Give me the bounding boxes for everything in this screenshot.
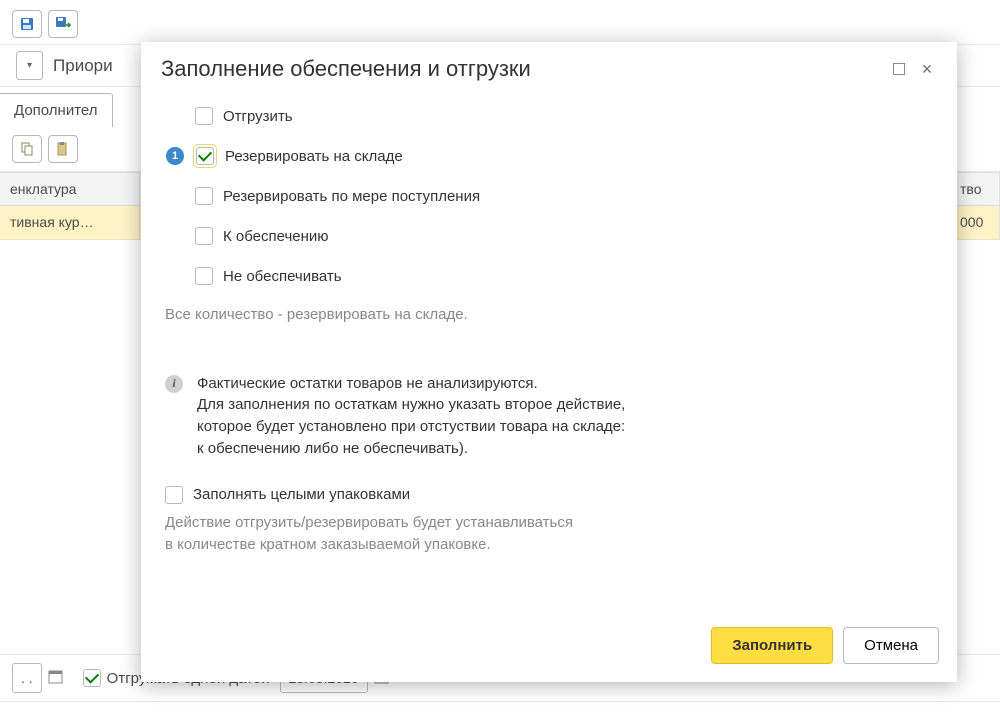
option-do-not-supply-label: Не обеспечивать bbox=[223, 268, 342, 285]
col-header-qty: тво bbox=[950, 173, 1000, 205]
option-to-supply-label: К обеспечению bbox=[223, 228, 329, 245]
fill-supply-dialog: Заполнение обеспечения и отгрузки × Отгр… bbox=[141, 42, 957, 682]
date-from-input[interactable]: . . bbox=[12, 663, 42, 693]
col-header-nomenclature: енклатура bbox=[0, 173, 140, 205]
maximize-icon bbox=[893, 63, 905, 75]
option-do-not-supply-checkbox[interactable] bbox=[195, 267, 213, 285]
toolbar-more bbox=[84, 10, 104, 38]
priority-label: Приори bbox=[53, 56, 113, 76]
copy-icon bbox=[19, 141, 35, 157]
fill-whole-packs-checkbox[interactable] bbox=[165, 486, 183, 504]
paste-icon bbox=[55, 141, 71, 157]
copy-button[interactable] bbox=[12, 135, 42, 163]
option-to-supply-checkbox[interactable] bbox=[195, 227, 213, 245]
option-ship-checkbox[interactable] bbox=[195, 107, 213, 125]
fill-button[interactable]: Заполнить bbox=[711, 627, 833, 664]
info-icon: i bbox=[165, 375, 183, 393]
floppy-arrow-icon bbox=[55, 16, 71, 32]
info-text: Фактические остатки товаров не анализиру… bbox=[197, 373, 625, 460]
option-ship-label: Отгрузить bbox=[223, 108, 293, 125]
cell-qty: 000 bbox=[950, 206, 1000, 239]
date-placeholder: . . bbox=[21, 670, 33, 686]
option-reserve-stock-label: Резервировать на складе bbox=[225, 148, 403, 165]
tab-additional[interactable]: Дополнител bbox=[0, 93, 113, 127]
option-reserve-stock-checkbox[interactable] bbox=[196, 147, 214, 165]
priority-dropdown[interactable]: ▾ bbox=[16, 51, 43, 80]
step-marker-1: 1 bbox=[166, 147, 184, 165]
cancel-button[interactable]: Отмена bbox=[843, 627, 939, 664]
option-reserve-incoming-label: Резервировать по мере поступления bbox=[223, 188, 480, 205]
cell-nomenclature: тивная кур… bbox=[0, 206, 140, 239]
summary-hint: Все количество - резервировать на складе… bbox=[165, 304, 933, 327]
chevron-down-icon: ▾ bbox=[27, 60, 32, 71]
maximize-button[interactable] bbox=[885, 57, 913, 81]
fill-whole-packs-label: Заполнять целыми упаковками bbox=[193, 486, 410, 503]
ship-one-date-checkbox[interactable] bbox=[83, 669, 101, 687]
dialog-title: Заполнение обеспечения и отгрузки bbox=[161, 56, 885, 82]
close-button[interactable]: × bbox=[913, 57, 941, 81]
close-icon: × bbox=[922, 60, 933, 78]
option-reserve-incoming-checkbox[interactable] bbox=[195, 187, 213, 205]
save-close-button[interactable] bbox=[48, 10, 78, 38]
paste-button[interactable] bbox=[48, 135, 78, 163]
calendar-icon[interactable] bbox=[48, 669, 63, 687]
save-button[interactable] bbox=[12, 10, 42, 38]
packages-hint: Действие отгрузить/резервировать будет у… bbox=[165, 512, 933, 557]
floppy-icon bbox=[19, 16, 35, 32]
